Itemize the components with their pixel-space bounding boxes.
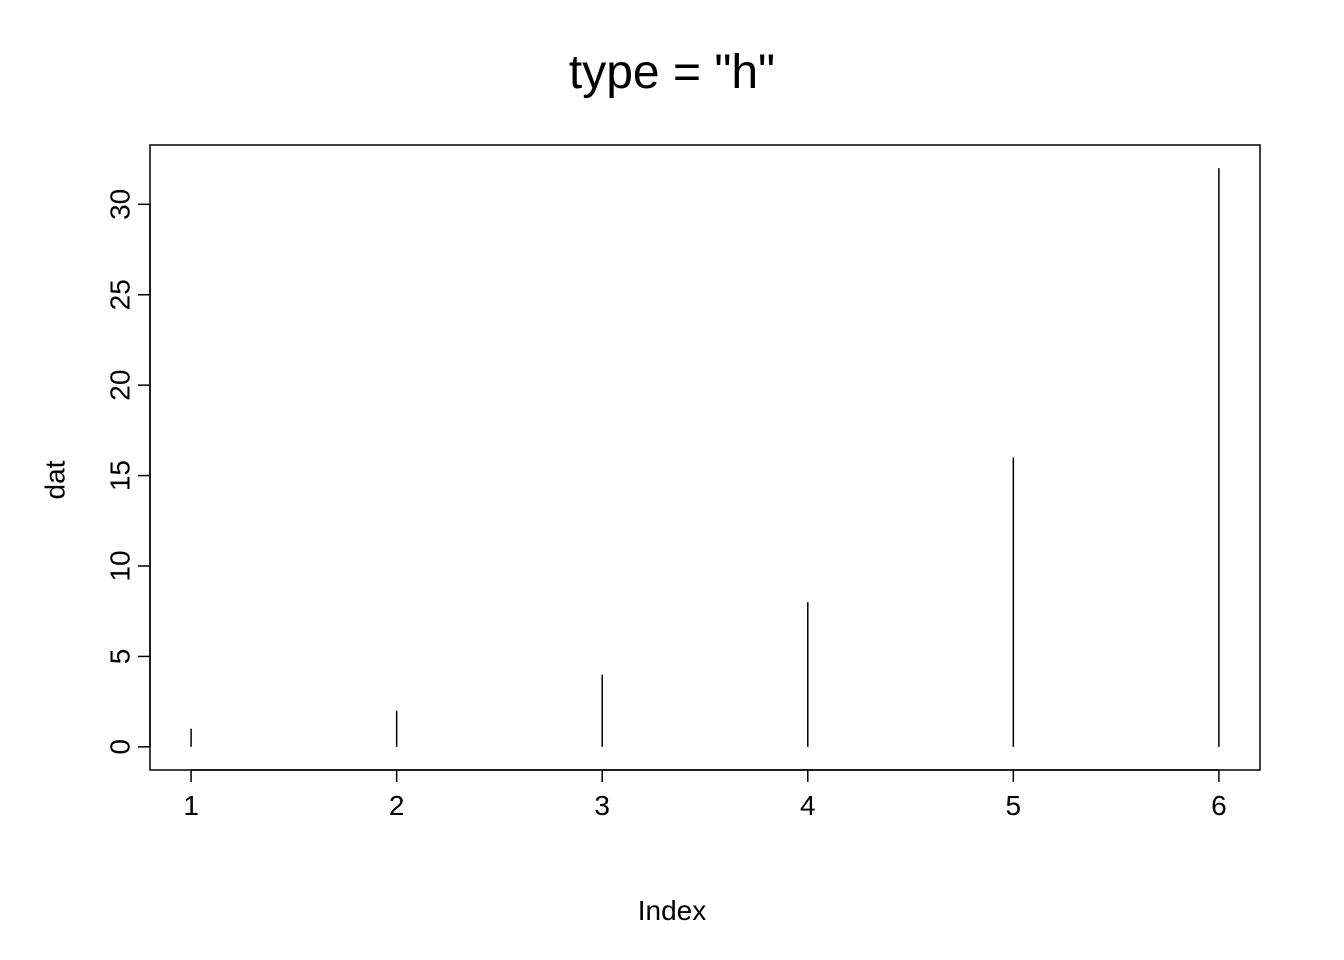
chart-svg: 1 2 3 4 5 6 0 5 10 15 20 25 30 [0,0,1344,960]
x-tick-label: 2 [389,790,405,821]
x-tick-label: 6 [1211,790,1227,821]
plot-box [150,145,1260,770]
x-tick-label: 5 [1006,790,1022,821]
y-tick-label: 10 [104,550,135,581]
y-tick-label: 0 [104,739,135,755]
x-tick-label: 3 [594,790,610,821]
y-tick-label: 5 [104,649,135,665]
x-tick-label: 1 [183,790,199,821]
x-tick-label: 4 [800,790,816,821]
y-tick-label: 15 [104,460,135,491]
y-tick-label: 20 [104,370,135,401]
y-tick-label: 30 [104,189,135,220]
chart-container: type = "h" dat Index 123456051015202530 [0,0,1344,960]
y-tick-label: 25 [104,279,135,310]
